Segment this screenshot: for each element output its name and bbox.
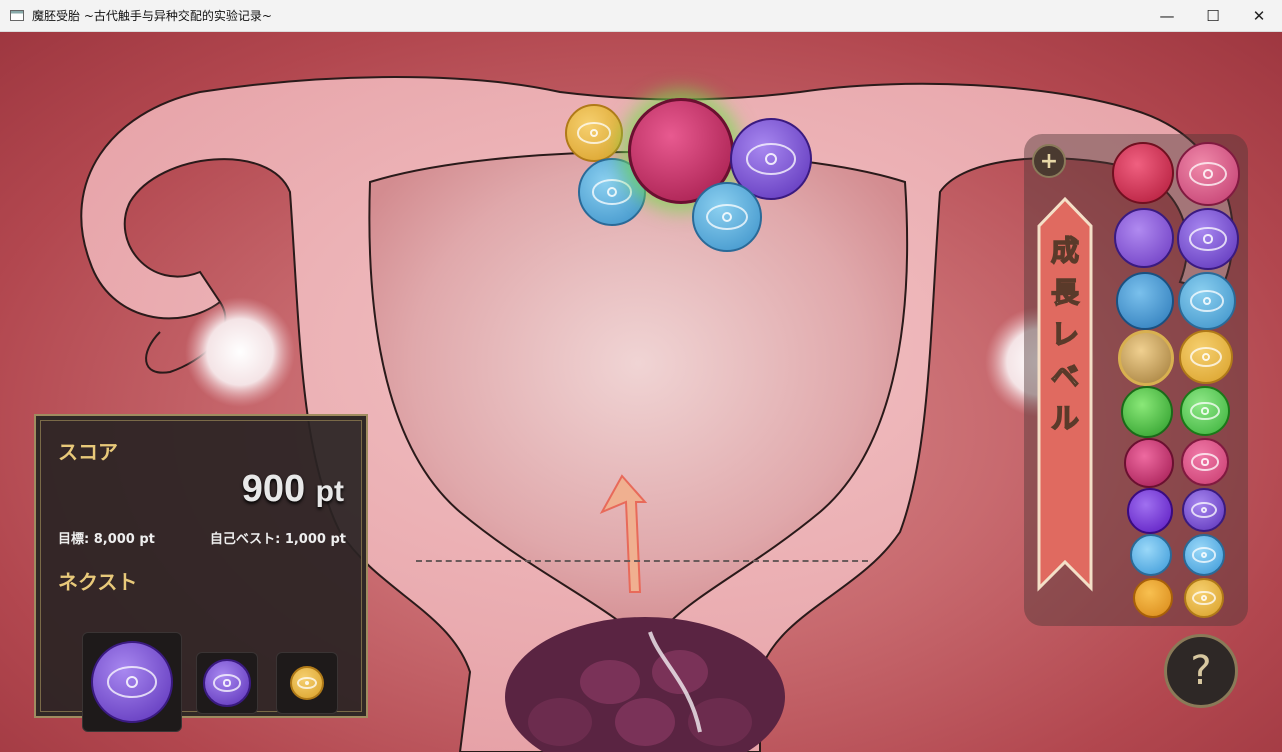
stage-purple-seed-orb (1177, 208, 1239, 270)
next-purple-orb (91, 641, 173, 723)
score-value: 900 pt (242, 468, 344, 511)
ribbon-char: 成 (1050, 233, 1080, 268)
goal-text: 目標: 8,000 pt (58, 532, 155, 547)
stage-dark-red-creature-icon (1112, 142, 1174, 204)
stage-sky-seed-orb (1183, 534, 1225, 576)
app-icon (10, 10, 24, 21)
stage-purple-creature-icon (1114, 208, 1174, 268)
stage-violet-seed-orb (1182, 488, 1226, 532)
stage-green-cluster-icon (1121, 386, 1173, 438)
stage-pink-cluster-icon (1124, 438, 1174, 488)
limit-line (416, 560, 868, 562)
help-button[interactable]: ? (1164, 634, 1238, 708)
score-label: スコア (58, 440, 118, 464)
score-unit: pt (315, 475, 344, 508)
stage-blue-seed-orb (1178, 272, 1236, 330)
expand-plus-button[interactable]: + (1032, 144, 1066, 178)
next-slot-primary (82, 632, 182, 732)
next-purple-orb (203, 659, 251, 707)
stage-green-seed-orb (1180, 386, 1230, 436)
maximize-button[interactable]: ☐ (1190, 0, 1236, 31)
game-scene[interactable]: + 成 長 レ ベ ル ? スコア 900 pt 目標: 8,000 pt 自己… (0, 32, 1282, 752)
next-yellow-orb (290, 666, 324, 700)
yellow-orb (565, 104, 623, 162)
minimize-button[interactable]: — (1144, 0, 1190, 31)
stage-orange-cell-icon (1133, 578, 1173, 618)
score-number: 900 (241, 468, 306, 510)
personal-best-text: 自己ベスト: 1,000 pt (209, 532, 346, 547)
next-slot-third (276, 652, 338, 714)
stage-gold-seed-orb (1184, 578, 1224, 618)
stage-blue-creature-icon (1116, 272, 1174, 330)
ribbon-char: ベ (1050, 359, 1080, 394)
stage-yellow-seed-orb (1179, 330, 1233, 384)
close-button[interactable]: ✕ (1236, 0, 1282, 31)
window-title: 魔胚受胎 ~古代触手与异种交配的实验记录~ (32, 9, 272, 23)
ribbon-char: ル (1050, 401, 1080, 436)
next-label: ネクスト (58, 570, 138, 594)
ribbon-char: 長 (1050, 275, 1080, 310)
stage-rose-seed-orb (1181, 438, 1229, 486)
growth-level-text: 成 長 レ ベ ル (1036, 230, 1094, 440)
blue-orb (692, 182, 762, 252)
stage-violet-cell-icon (1127, 488, 1173, 534)
next-slot-second (196, 652, 258, 714)
window-titlebar: 魔胚受胎 ~古代触手与异种交配的实验记录~ — ☐ ✕ (0, 0, 1282, 32)
stage-gold-creature-icon (1118, 330, 1174, 386)
ribbon-char: レ (1050, 317, 1080, 352)
score-panel: スコア 900 pt 目標: 8,000 pt 自己ベスト: 1,000 pt … (34, 414, 368, 732)
stage-blue-cell-icon (1130, 534, 1172, 576)
stage-pink-seed-orb (1176, 142, 1240, 206)
